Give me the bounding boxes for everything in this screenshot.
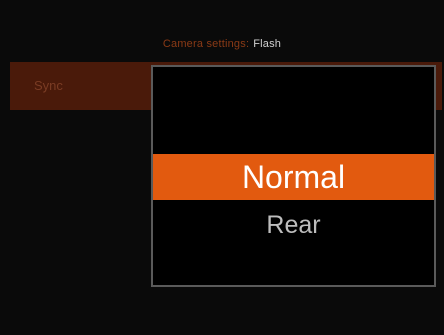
option-rear[interactable]: Rear bbox=[153, 207, 434, 243]
breadcrumb-current: Flash bbox=[253, 38, 282, 50]
option-normal[interactable]: Normal bbox=[153, 154, 434, 200]
breadcrumb: Camera settings: Flash bbox=[0, 30, 444, 58]
setting-label-sync: Sync bbox=[34, 78, 63, 93]
sync-options-dropdown[interactable]: Normal Rear bbox=[151, 65, 436, 287]
camera-settings-screen: Camera settings: Flash Sync Normal Rear bbox=[0, 0, 444, 335]
breadcrumb-prefix: Camera settings: bbox=[162, 38, 250, 50]
